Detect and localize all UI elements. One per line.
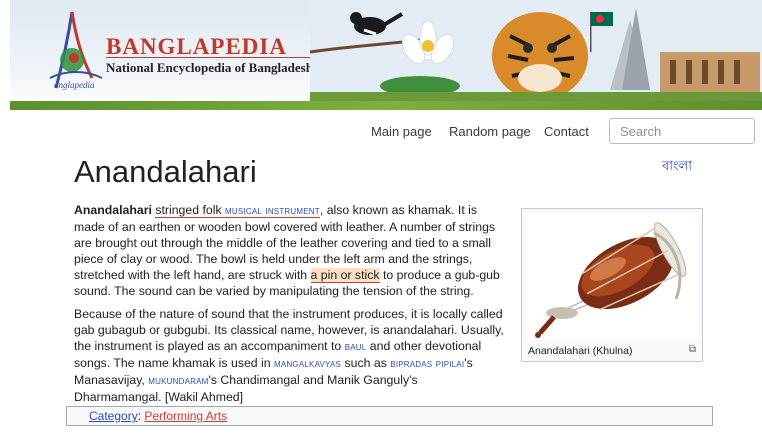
brand-rule (106, 57, 312, 58)
text-fragment: stringed folk (155, 203, 226, 217)
link-mukundaram[interactable]: mukundaram (148, 375, 208, 387)
figure-thumbnail: Anandalahari (Khulna) ⧉ (521, 208, 703, 362)
paragraph-2: Because of the nature of sound that the … (74, 306, 508, 406)
link-bipradas-pipilai[interactable]: bipradas pipilai (390, 358, 464, 370)
figure-caption: Anandalahari (Khulna) (528, 345, 633, 357)
category-bar: Category: Performing Arts (66, 406, 713, 426)
nav-contact[interactable]: Contact (544, 124, 589, 139)
category-performing-arts[interactable]: Performing Arts (144, 409, 227, 423)
page-title: Anandalahari (74, 154, 257, 189)
language-link-bangla[interactable]: বাংলা (662, 157, 692, 178)
link-baul[interactable]: baul (345, 341, 367, 353)
article-term: Anandalahari (74, 203, 152, 217)
logo-caption: anglapedia (54, 80, 95, 90)
instrument-image[interactable] (526, 213, 698, 339)
site-tagline: National Encyclopedia of Bangladesh (106, 60, 313, 75)
category-label-link[interactable]: Category (89, 409, 138, 423)
banner-artwork (310, 0, 762, 102)
link-musical-instrument[interactable]: musical instrument (225, 205, 320, 217)
nav-main-page[interactable]: Main page (371, 124, 432, 139)
article-body: Anandalahari stringed folk musical instr… (74, 202, 508, 411)
nav-random-page[interactable]: Random page (449, 124, 531, 139)
text-fragment: such as (341, 355, 391, 370)
highlight-pin-or-stick: a pin or stick (310, 268, 380, 284)
search-input[interactable] (609, 118, 755, 144)
highlight-stringed-folk: stringed folk musical instrument (155, 203, 320, 218)
link-mangalkavyas[interactable]: mangalkavyas (274, 358, 341, 370)
paragraph-1: Anandalahari stringed folk musical instr… (74, 202, 508, 300)
enlarge-icon[interactable]: ⧉ (689, 344, 696, 355)
banner-green-strip (10, 101, 762, 110)
site-banner: anglapedia BANGLAPEDIA National Encyclop… (10, 0, 762, 110)
